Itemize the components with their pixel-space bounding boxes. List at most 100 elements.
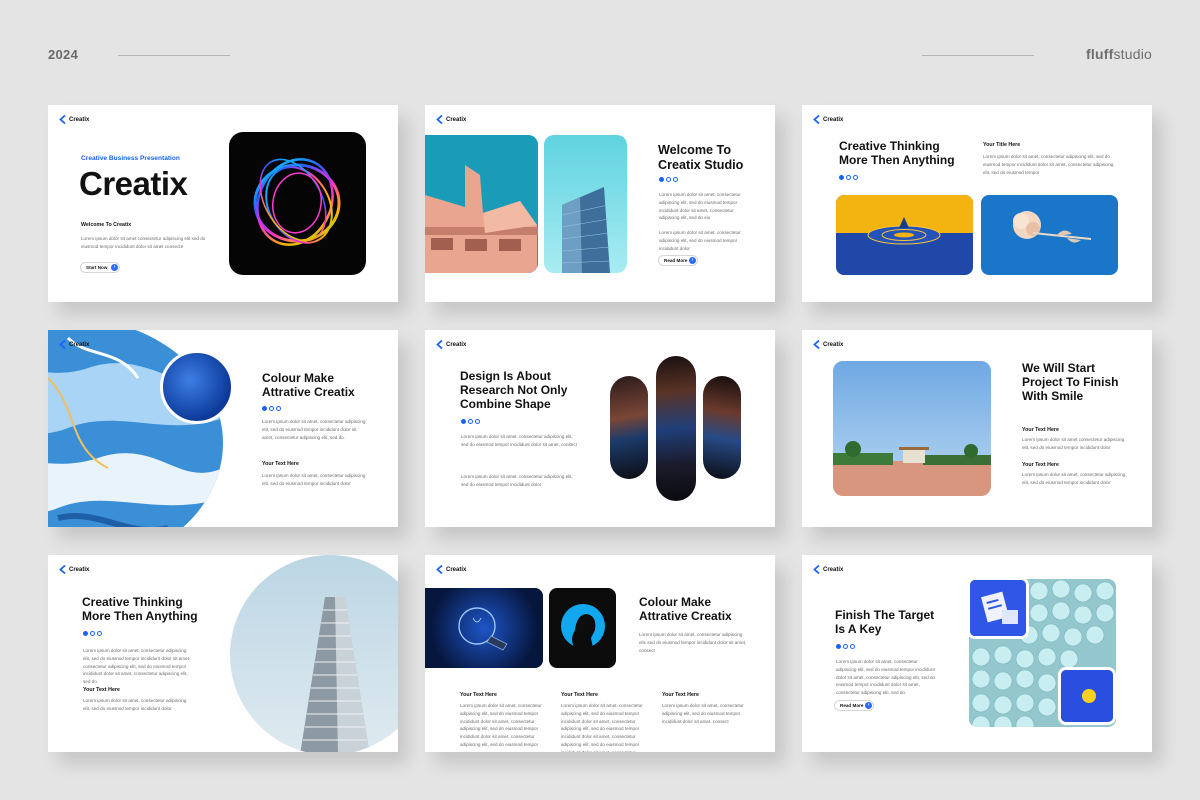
colour-make-body-3: Lorem ipsum dolor sit amet, consectetur … [639,632,747,653]
slide-9-finish-target[interactable]: Creatix Finish The Target Is A Key Lorem… [802,555,1152,752]
dot-2 [468,419,473,424]
glass-tower-image [544,135,627,273]
logo-text: Creatix [446,341,467,348]
paper-cutout-image [967,577,1029,639]
logo-text: Creatix [69,116,90,123]
we-will-start-body-1: Lorem ipsum dolor sit amet consectetur a… [1022,437,1125,450]
silhouette-image [549,588,616,668]
chevron-logo-icon [813,565,820,574]
pagination-dots [461,419,480,424]
dot-1 [839,175,844,180]
header-divider-left [118,55,230,56]
slide-7-creative-thinking[interactable]: Creatix Creative Thinking More Then Anyt… [48,555,398,752]
logo-text: Creatix [823,566,844,573]
dot-2 [269,406,274,411]
slide-3-creative-thinking[interactable]: Creatix Creative Thinking More Then Anyt… [802,105,1152,302]
plaza-image [833,361,991,496]
cover-body: Lorem ipsum dolor sit amet consectetur a… [81,236,206,249]
pagination-dots [839,175,858,180]
read-more-button[interactable]: Read More › [658,255,698,266]
colour-make-subhead: Your Text Here [262,461,299,467]
we-will-start-title: We Will Start Project To Finish With Smi… [1022,361,1119,403]
we-will-start-subhead-2: Your Text Here [1022,462,1059,468]
chevron-logo-icon [436,115,443,124]
column-2-subhead: Your Text Here [561,692,598,698]
design-body-1: Lorem ipsum dolor sit amet, consectetur … [461,434,577,447]
creative-thinking-body-2: Lorem ipsum dolor sit amet, consectetur … [83,648,191,685]
creatix-logo: Creatix [59,565,89,574]
welcome-title: Welcome To Creatix Studio [658,143,744,172]
logo-text: Creatix [69,341,90,348]
column-2-body: Lorem ipsum dolor sit amet, consectetur … [561,703,643,752]
logo-text: Creatix [823,341,844,348]
start-now-label: Start Now [86,265,108,270]
dot-1 [461,419,466,424]
finish-target-title: Finish The Target Is A Key [835,608,935,636]
chevron-logo-icon [59,115,66,124]
dot-2 [843,644,848,649]
creatix-logo: Creatix [436,565,466,574]
chevron-logo-icon [813,340,820,349]
slide-2-welcome[interactable]: Creatix Welcome To Creatix Studio Lorem … [425,105,775,302]
canyon-pill-3 [703,376,741,479]
start-now-button[interactable]: Start Now › [80,262,120,273]
header-divider-right [922,55,1034,56]
creative-thinking-title-2: Creative Thinking More Then Anything [82,595,198,623]
colour-make-body-1: Lorem ipsum dolor sit amet, consectetur … [262,419,366,440]
chevron-logo-icon [436,565,443,574]
welcome-body-1: Lorem ipsum dolor sit amet, consectetur … [659,192,741,221]
creatix-logo: Creatix [813,565,843,574]
slide-5-design[interactable]: Creatix Design Is About Research Not Onl… [425,330,775,527]
pagination-dots [659,177,678,182]
chevron-logo-icon [59,565,66,574]
logo-text: Creatix [823,116,844,123]
creative-thinking-subhead-2: Your Text Here [83,687,120,693]
dot-1 [83,631,88,636]
design-body-2: Lorem ipsum dolor sit amet, consectetur … [461,474,573,487]
creatix-logo: Creatix [59,340,89,349]
pagination-dots [262,406,281,411]
slide-8-colour-make[interactable]: Creatix Colour Make Attrative Creatix Lo… [425,555,775,752]
read-more-label: Read More [664,258,688,263]
dot-2 [846,175,851,180]
creative-thinking-body: Lorem ipsum dolor sit amet, consectetur … [983,154,1114,175]
creatix-logo: Creatix [436,340,466,349]
arrow-right-icon: › [111,264,118,271]
pagination-dots [836,644,855,649]
yellow-dot-image [1058,667,1116,725]
slide-1-cover[interactable]: Creatix Creative Business Presentation C… [48,105,398,302]
colour-make-title-2: Colour Make Attrative Creatix [639,595,732,623]
creatix-logo: Creatix [436,115,466,124]
brand-bold: fluff [1086,46,1114,62]
dot-3 [276,406,281,411]
finish-target-body: Lorem ipsum dolor sit amet, consectetur … [836,659,936,696]
chevron-logo-icon [59,340,66,349]
light-swirl-image [229,132,366,275]
cover-title: Creatix [79,165,188,202]
blue-texture-circle [160,350,234,424]
cover-subhead: Welcome To Creatix [81,222,132,228]
lightbulb-image [425,588,543,668]
dot-1 [262,406,267,411]
flower-image [981,195,1118,275]
logo-text: Creatix [446,566,467,573]
pink-building-image [425,135,538,273]
design-title: Design Is About Research Not Only Combin… [460,369,568,411]
dot-1 [836,644,841,649]
slide-4-colour-make[interactable]: Colour Make Attrative Creatix Lorem ipsu… [48,330,398,527]
dot-3 [97,631,102,636]
arrow-right-icon: › [689,257,696,264]
year-label: 2024 [48,47,79,62]
water-drop-image [836,195,973,275]
read-more-button-2[interactable]: Read More › [834,700,874,711]
column-3-subhead: Your Text Here [662,692,699,698]
title-subhead: Your Title Here [983,142,1021,148]
brand-rest: studio [1113,46,1152,62]
creatix-logo: Creatix [59,115,89,124]
slide-6-we-will-start[interactable]: Creatix We Will Start Project To Finish … [802,330,1152,527]
chevron-logo-icon [813,115,820,124]
creatix-logo: Creatix [813,115,843,124]
dot-2 [90,631,95,636]
skyscraper-image [230,555,398,752]
creatix-logo: Creatix [813,340,843,349]
